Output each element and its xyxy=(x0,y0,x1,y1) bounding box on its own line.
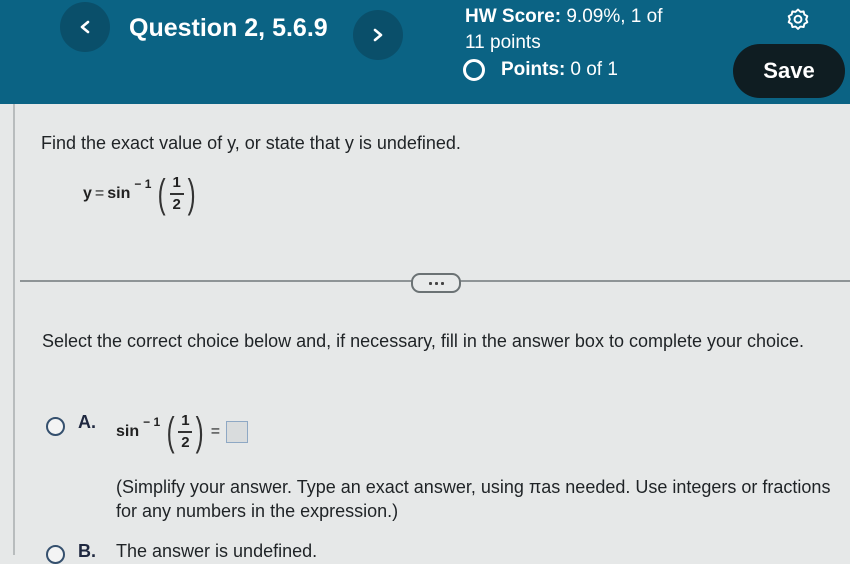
ellipsis-icon xyxy=(428,281,432,285)
question-header: Question 2, 5.6.9 HW Score: 9.09%, 1 of … xyxy=(0,0,850,104)
fraction: 1 2 xyxy=(178,412,193,451)
equation-equals: = xyxy=(94,185,105,202)
points-value: 0 of 1 xyxy=(570,59,618,80)
points-status: Points: 0 of 1 xyxy=(463,59,618,81)
fraction-numerator: 1 xyxy=(181,412,190,430)
right-paren: ) xyxy=(196,410,205,454)
question-equation: y = sin − 1 ( 1 2 ) xyxy=(83,174,198,214)
expand-more-button[interactable] xyxy=(411,273,461,293)
incomplete-circle-icon xyxy=(463,59,485,81)
ellipsis-dot xyxy=(440,281,444,285)
right-paren: ) xyxy=(187,172,196,216)
choice-b-text: The answer is undefined. xyxy=(116,541,318,561)
ellipsis-dot xyxy=(434,281,438,285)
question-title: Question 2, 5.6.9 xyxy=(129,14,328,42)
gear-icon[interactable] xyxy=(785,6,811,32)
left-paren: ( xyxy=(166,410,175,454)
answer-input-box[interactable] xyxy=(226,421,249,443)
fraction-denominator: 2 xyxy=(172,195,181,213)
chevron-right-icon xyxy=(373,28,383,42)
instruction-text: Select the correct choice below and, if … xyxy=(42,331,805,351)
question-content: Find the exact value of y, or state that… xyxy=(0,104,850,564)
hw-score: HW Score: 9.09%, 1 of 11 points xyxy=(465,4,685,56)
equation-func: sin xyxy=(107,185,131,202)
choice-a-equals: = xyxy=(210,423,221,440)
chevron-left-icon xyxy=(80,20,90,34)
equation-exponent: − 1 xyxy=(134,177,152,191)
choice-a-exponent: − 1 xyxy=(143,415,161,429)
choice-a-func: sin xyxy=(116,423,140,440)
choice-a-hint: (Simplify your answer. Type an exact ans… xyxy=(116,477,831,521)
left-paren: ( xyxy=(158,172,167,216)
choice-a-expression: sin − 1 ( 1 2 ) = xyxy=(116,410,249,454)
points-label: Points: xyxy=(501,59,566,80)
question-prompt: Find the exact value of y, or state that… xyxy=(41,133,461,153)
choice-b-letter: B. xyxy=(78,541,96,561)
save-button[interactable]: Save xyxy=(733,44,845,98)
choice-a-letter: A. xyxy=(78,412,96,432)
fraction-bar xyxy=(169,193,184,195)
fraction-numerator: 1 xyxy=(172,174,181,192)
equation-lhs: y xyxy=(83,185,92,202)
choice-a-radio[interactable] xyxy=(46,417,65,436)
fraction-denominator: 2 xyxy=(181,433,190,451)
fraction-bar xyxy=(178,431,193,433)
previous-question-button[interactable] xyxy=(60,2,110,52)
fraction: 1 2 xyxy=(169,174,184,213)
next-question-button[interactable] xyxy=(353,10,403,60)
hw-score-label: HW Score: xyxy=(465,6,562,27)
